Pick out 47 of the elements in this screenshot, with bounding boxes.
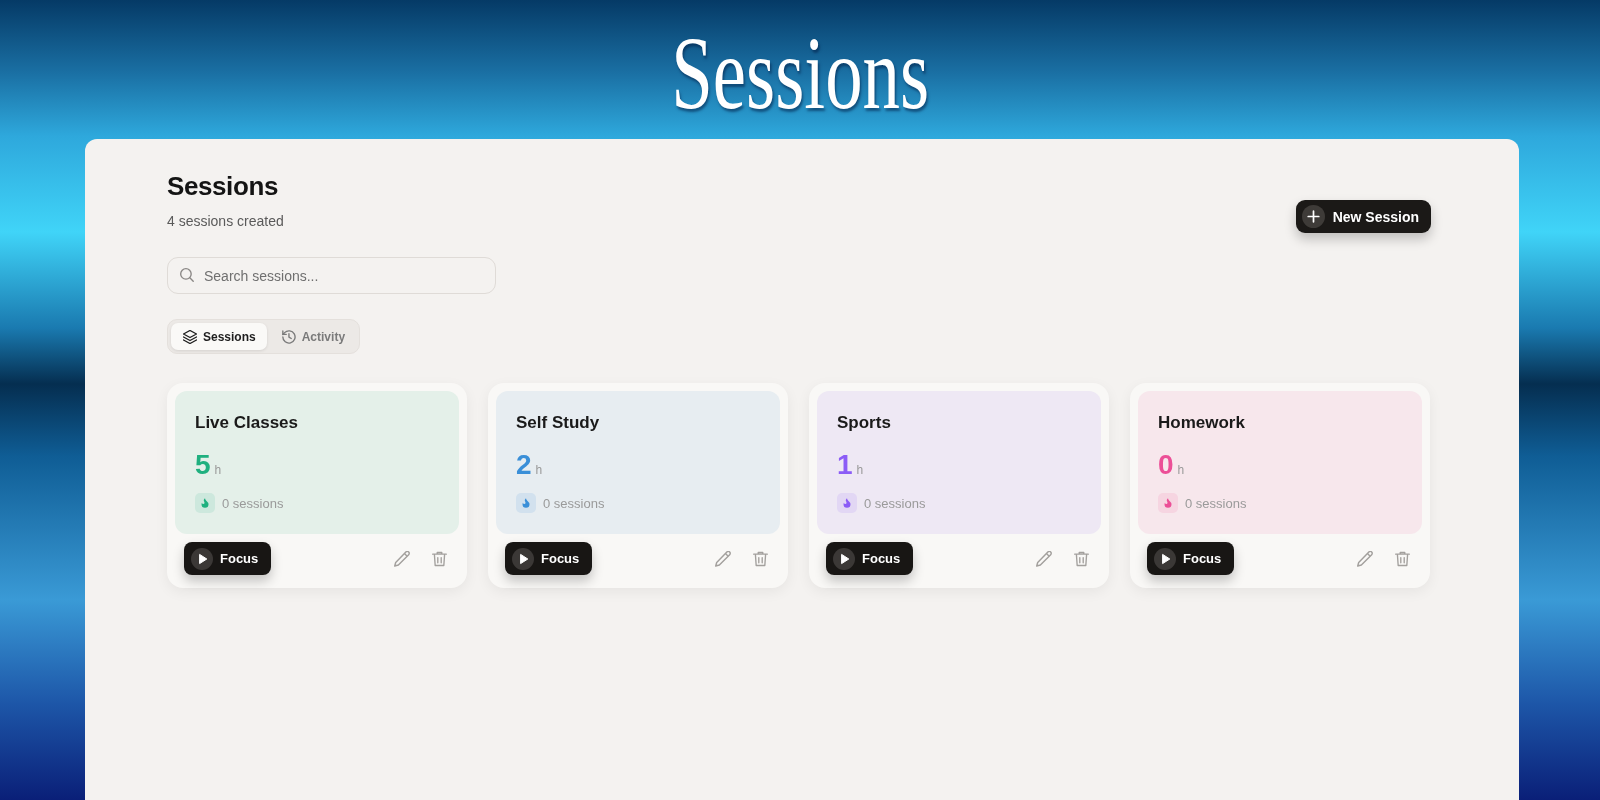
pencil-icon[interactable] [394, 550, 410, 567]
play-icon [512, 547, 534, 570]
play-icon [191, 547, 213, 570]
hours-value: 2 [516, 450, 532, 480]
focus-button[interactable]: Focus [184, 542, 272, 575]
hours-unit: h [535, 463, 543, 477]
pencil-icon[interactable] [1357, 550, 1373, 567]
session-name: Self Study [516, 412, 601, 434]
session-count: 0 sessions [1185, 495, 1247, 511]
focus-button[interactable]: Focus [826, 542, 914, 575]
search-field[interactable]: Search sessions... [167, 257, 496, 294]
session-name: Sports [837, 412, 892, 434]
new-session-button[interactable]: New Session [1295, 200, 1431, 233]
session-count: 4 sessions created [167, 212, 284, 231]
hours-unit: h [856, 463, 864, 477]
flame-icon [1158, 493, 1178, 513]
trash-icon[interactable] [1074, 550, 1089, 567]
session-count: 0 sessions [543, 495, 605, 511]
session-name: Homework [1158, 412, 1246, 434]
trash-icon[interactable] [753, 550, 768, 567]
hours-value: 0 [1158, 450, 1174, 480]
session-count: 0 sessions [864, 495, 926, 511]
search-icon [180, 268, 194, 282]
flame-icon [837, 493, 857, 513]
focus-button[interactable]: Focus [1147, 542, 1235, 575]
tab[interactable]: Activity [269, 323, 357, 350]
plus-icon [1301, 205, 1325, 228]
page-title: Sessions [671, 14, 929, 125]
play-icon [833, 547, 855, 570]
section-heading: Sessions [167, 171, 279, 201]
layers-icon [183, 329, 197, 344]
hours-value: 5 [195, 450, 211, 480]
tab[interactable]: Sessions [171, 323, 267, 350]
hours-unit: h [1177, 463, 1185, 477]
flame-icon [195, 493, 215, 513]
play-icon [1154, 547, 1176, 570]
history-icon [281, 329, 296, 344]
trash-icon[interactable] [1395, 550, 1410, 567]
flame-icon [516, 493, 536, 513]
hours-value: 1 [837, 450, 853, 480]
session-count: 0 sessions [222, 495, 284, 511]
pencil-icon[interactable] [1036, 550, 1052, 567]
hours-unit: h [214, 463, 222, 477]
trash-icon[interactable] [432, 550, 447, 567]
session-name: Live Classes [195, 412, 299, 434]
focus-button[interactable]: Focus [505, 542, 593, 575]
pencil-icon[interactable] [715, 550, 731, 567]
